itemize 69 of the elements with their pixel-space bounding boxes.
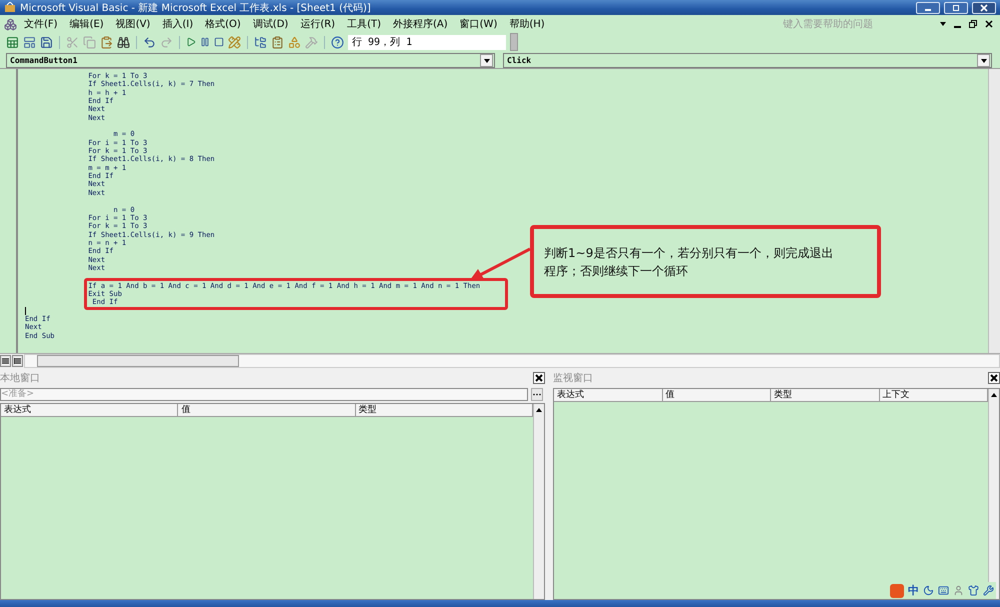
- module-view-button[interactable]: [12, 355, 23, 367]
- run-icon[interactable]: [186, 37, 196, 47]
- stop-icon[interactable]: [214, 37, 224, 47]
- object-dropdown[interactable]: CommandButton1: [6, 53, 495, 68]
- app-icon: [4, 2, 16, 13]
- caret-icon: [484, 58, 490, 62]
- close-button[interactable]: [988, 372, 1000, 384]
- properties-icon[interactable]: [271, 36, 284, 48]
- close-icon: [990, 374, 998, 382]
- column-header[interactable]: 类型: [771, 389, 880, 401]
- up-arrow-icon: [536, 408, 542, 412]
- menu-item[interactable]: 外接程序(A): [388, 17, 453, 31]
- column-header[interactable]: 值: [662, 389, 771, 401]
- menu-item[interactable]: 编辑(E): [64, 17, 109, 31]
- form-icon[interactable]: [23, 36, 36, 48]
- column-header[interactable]: 值: [178, 404, 356, 416]
- menu-item[interactable]: 格式(O): [200, 17, 246, 31]
- spreadsheet-icon[interactable]: [6, 36, 19, 48]
- ime-logo-icon[interactable]: [890, 584, 904, 598]
- menu-item[interactable]: 插入(I): [157, 17, 198, 31]
- caret-icon: [980, 58, 986, 62]
- save-icon[interactable]: [40, 36, 53, 48]
- help-search-field[interactable]: 键入需要帮助的问题: [781, 16, 935, 32]
- close-icon: [535, 374, 543, 382]
- restore-button[interactable]: [944, 2, 968, 14]
- up-arrow-icon: [991, 393, 997, 397]
- menu-item[interactable]: 文件(F): [19, 17, 63, 31]
- menu-item[interactable]: 视图(V): [110, 17, 156, 31]
- wrench-icon[interactable]: [983, 585, 994, 596]
- paste-icon[interactable]: [100, 36, 113, 48]
- ruler-pencil-icon[interactable]: [228, 36, 241, 48]
- pane-title: 监视窗口: [553, 372, 593, 385]
- procedure-view-button[interactable]: [0, 355, 11, 367]
- menu-item[interactable]: 运行(R): [295, 17, 340, 31]
- user-icon[interactable]: [953, 585, 964, 596]
- window-title: Microsoft Visual Basic - 新建 Microsoft Excel 工作表.xls - [Sheet1 (代码)]: [20, 2, 372, 14]
- keyboard-icon[interactable]: [938, 585, 949, 596]
- menu-item[interactable]: 调试(D): [248, 17, 294, 31]
- procedure-dropdown[interactable]: Click: [503, 53, 992, 68]
- menu-item[interactable]: 帮助(H): [504, 17, 550, 31]
- more-button[interactable]: [531, 388, 543, 401]
- restore-icon: [952, 4, 960, 12]
- dropdown-caret-icon[interactable]: [937, 22, 949, 26]
- binoculars-icon[interactable]: [117, 36, 130, 48]
- menu-item[interactable]: 窗口(W): [454, 17, 502, 31]
- ellipsis-icon: [533, 393, 541, 396]
- callout-text: 判断1~9是否只有一个，若分别只有一个，则完成退出程序；否则继续下一个循环: [544, 244, 834, 280]
- module-icon[interactable]: [4, 18, 17, 30]
- close-button[interactable]: [533, 372, 545, 384]
- project-tree-icon[interactable]: [254, 36, 267, 48]
- pause-icon[interactable]: [200, 37, 210, 47]
- restore-icon[interactable]: [966, 20, 980, 28]
- pane-title: 本地窗口: [0, 372, 40, 385]
- lines-icon: [2, 358, 9, 364]
- text-cursor: [25, 306, 26, 315]
- input-mode[interactable]: 中: [908, 583, 919, 598]
- context-field: <准备>: [0, 388, 528, 401]
- lines-icon: [14, 358, 21, 364]
- moon-icon[interactable]: [923, 585, 934, 596]
- help-icon[interactable]: [331, 36, 344, 48]
- toolbar-grip[interactable]: [510, 33, 518, 51]
- close-icon: [980, 4, 988, 12]
- menu-item[interactable]: 工具(T): [342, 17, 386, 31]
- undo-icon[interactable]: [143, 36, 156, 48]
- column-header[interactable]: 表达式: [554, 389, 662, 401]
- minimize-button[interactable]: [916, 2, 940, 14]
- shirt-icon[interactable]: [968, 585, 979, 596]
- cursor-position: 行 99，列 1: [348, 34, 506, 50]
- column-header[interactable]: 表达式: [1, 404, 178, 416]
